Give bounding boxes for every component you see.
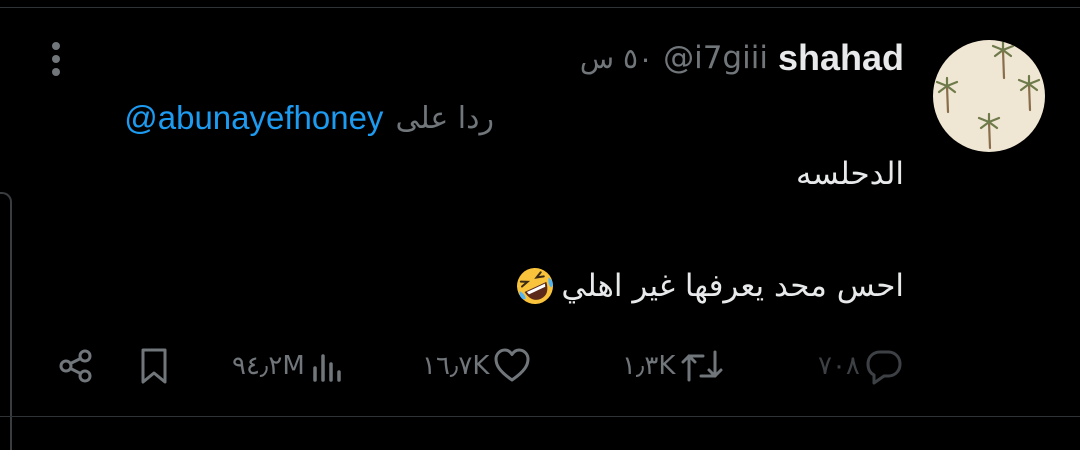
heart-icon [494,348,530,382]
retweet-button[interactable]: ١٫٣K [622,338,725,394]
reply-label: ردا على [395,100,494,136]
rolling-on-floor-laughing-icon [517,268,554,304]
scroll-edge [0,192,12,450]
views-count: ٩٤٫٢M [232,351,305,381]
top-divider [0,7,1080,8]
timestamp[interactable]: ٥٠ س [580,42,653,75]
tweet-header: ٥٠ س @i7giii shahad [580,36,904,80]
reply-to-link[interactable]: @abunayefhoney [124,99,383,137]
action-bar: ٩٤٫٢M ١٦٫٧K ١٫٣K ٧٠٨ [0,338,1080,394]
like-button[interactable]: ١٦٫٧K [422,338,531,394]
avatar[interactable] [933,40,1045,152]
share-icon [59,349,92,383]
reply-button[interactable]: ٧٠٨ [818,338,904,394]
display-name[interactable]: shahad [778,37,904,79]
analytics-bar-icon [313,354,341,382]
user-handle[interactable]: @i7giii [663,40,768,76]
likes-count: ١٦٫٧K [422,351,490,381]
replies-count: ٧٠٨ [818,351,860,381]
share-button[interactable] [56,338,96,394]
retweet-icon [681,350,723,382]
tweet-text-line-2-text: احس محد يعرفها غير اهلي [561,268,904,304]
retweets-count: ١٫٣K [622,351,676,381]
palm-tree-pattern-icon [935,40,1041,150]
bookmark-button[interactable] [136,338,172,394]
bottom-divider [0,416,1080,417]
tweet-text-line-1: الدحلسه [795,156,904,192]
reply-context: ردا على @abunayefhoney [124,96,494,140]
bookmark-icon [141,348,167,384]
tweet-text-line-2: احس محد يعرفها غير اهلي [515,266,904,306]
views-button[interactable]: ٩٤٫٢M [232,338,347,394]
more-options-icon[interactable] [48,42,64,78]
reply-bubble-icon [866,350,902,385]
